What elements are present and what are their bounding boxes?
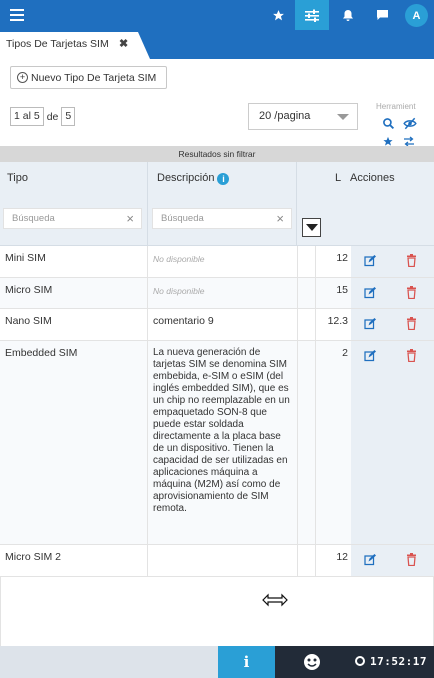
top-bar: A bbox=[0, 0, 434, 30]
cell-l-value: 12 bbox=[336, 252, 348, 264]
cell-l: 2 bbox=[297, 341, 351, 544]
tab-strip: Tipos De Tarjetas SIM ✖ bbox=[0, 30, 434, 59]
bell-icon[interactable] bbox=[331, 0, 365, 30]
cell-descripcion: La nueva generación de tarjetas SIM se d… bbox=[147, 341, 297, 544]
column-header-descripcion[interactable]: Descripción i bbox=[157, 172, 230, 185]
edit-icon[interactable] bbox=[364, 554, 376, 566]
cell-descripcion: No disponible bbox=[147, 278, 297, 308]
table-row[interactable]: Mini SIM No disponible 12 bbox=[0, 246, 434, 278]
column-header-acciones: Acciones bbox=[350, 172, 395, 184]
table-row[interactable]: Embedded SIM La nueva generación de tarj… bbox=[0, 341, 434, 545]
cell-l-value: 12.3 bbox=[327, 315, 348, 327]
clock: 17:52:17 bbox=[355, 655, 427, 668]
resize-cursor-icon bbox=[262, 593, 288, 607]
tab-label: Tipos De Tarjetas SIM bbox=[6, 38, 109, 50]
column-divider bbox=[147, 162, 148, 246]
per-page-value: 20 /pagina bbox=[259, 110, 311, 122]
cell-l: 12 bbox=[297, 545, 351, 576]
clear-icon[interactable]: × bbox=[126, 211, 134, 226]
tools-label: Herramient bbox=[376, 102, 416, 111]
plus-circle-icon: + bbox=[17, 72, 28, 83]
results-bar: Resultados sin filtrar bbox=[0, 146, 434, 162]
close-icon[interactable]: ✖ bbox=[119, 37, 128, 50]
pager-total: 5 bbox=[61, 107, 76, 126]
row-actions bbox=[351, 545, 434, 576]
trash-icon[interactable] bbox=[406, 254, 417, 268]
cell-tipo: Nano SIM bbox=[5, 315, 52, 327]
search-placeholder: Búsqueda bbox=[12, 213, 55, 224]
pager-range: 1 al 5 bbox=[10, 107, 44, 126]
search-icon[interactable] bbox=[382, 117, 395, 133]
search-input-descripcion[interactable]: Búsqueda × bbox=[152, 208, 292, 229]
tools-panel: Herramient bbox=[372, 98, 434, 147]
menu-icon[interactable] bbox=[10, 9, 24, 21]
footer-status: 17:52:17 bbox=[275, 646, 434, 678]
sliders-icon[interactable] bbox=[295, 0, 329, 30]
cell-l-value: 15 bbox=[336, 284, 348, 296]
search-input-tipo[interactable]: Búsqueda × bbox=[3, 208, 142, 229]
cell-descripcion: comentario 9 bbox=[147, 309, 297, 340]
row-actions bbox=[351, 309, 434, 340]
cell-tipo: Micro SIM bbox=[5, 284, 53, 296]
clock-icon bbox=[355, 656, 365, 666]
chat-icon[interactable] bbox=[365, 0, 399, 30]
chevron-down-icon bbox=[337, 114, 349, 120]
cell-l: 15 bbox=[297, 278, 351, 308]
table-row[interactable]: Micro SIM No disponible 15 bbox=[0, 278, 434, 309]
edit-icon[interactable] bbox=[364, 287, 376, 299]
trash-icon[interactable] bbox=[406, 553, 417, 567]
footer-bar: i 17:52:17 bbox=[0, 646, 434, 678]
tab-tipos-tarjetas-sim[interactable]: Tipos De Tarjetas SIM ✖ bbox=[0, 32, 150, 59]
filter-dropdown-button[interactable] bbox=[302, 218, 321, 237]
cell-tipo: Micro SIM 2 bbox=[5, 551, 62, 563]
column-header-tipo[interactable]: Tipo bbox=[7, 172, 28, 184]
edit-icon[interactable] bbox=[364, 318, 376, 330]
edit-icon[interactable] bbox=[364, 350, 376, 362]
row-actions bbox=[351, 246, 434, 277]
cell-descripcion: No disponible bbox=[147, 246, 297, 277]
new-sim-type-button[interactable]: + Nuevo Tipo De Tarjeta SIM bbox=[10, 66, 167, 89]
table-border-left bbox=[0, 577, 1, 646]
info-button[interactable]: i bbox=[218, 646, 275, 678]
cell-tipo: Embedded SIM bbox=[5, 347, 78, 359]
per-page-select[interactable]: 20 /pagina bbox=[248, 103, 358, 130]
avatar[interactable]: A bbox=[405, 4, 428, 27]
cell-tipo: Mini SIM bbox=[5, 252, 46, 264]
pager: 1 al 5 de 5 bbox=[10, 107, 76, 126]
cell-l: 12.3 bbox=[297, 309, 351, 340]
star-icon[interactable] bbox=[261, 0, 295, 30]
smiley-icon[interactable] bbox=[304, 654, 320, 670]
cell-l-value: 2 bbox=[342, 347, 348, 359]
row-actions bbox=[351, 278, 434, 308]
cell-descripcion bbox=[147, 545, 297, 576]
table-row[interactable]: Micro SIM 2 12 bbox=[0, 545, 434, 577]
column-divider bbox=[296, 162, 297, 246]
chevron-down-icon bbox=[306, 224, 318, 231]
clock-time: 17:52:17 bbox=[370, 655, 427, 668]
search-placeholder: Búsqueda bbox=[161, 213, 204, 224]
cell-l: 12 bbox=[297, 246, 351, 277]
clear-icon[interactable]: × bbox=[276, 211, 284, 226]
trash-icon[interactable] bbox=[406, 317, 417, 331]
cell-l-value: 12 bbox=[336, 551, 348, 563]
table-row[interactable]: Nano SIM comentario 9 12.3 bbox=[0, 309, 434, 341]
pager-of-label: de bbox=[46, 110, 59, 123]
table-header: Tipo Descripción i L Acciones bbox=[0, 162, 434, 246]
trash-icon[interactable] bbox=[406, 349, 417, 363]
edit-icon[interactable] bbox=[364, 255, 376, 267]
new-sim-type-label: Nuevo Tipo De Tarjeta SIM bbox=[31, 71, 157, 84]
column-header-l[interactable]: L bbox=[335, 172, 341, 184]
trash-icon[interactable] bbox=[406, 286, 417, 300]
hide-icon[interactable] bbox=[403, 117, 417, 133]
column-header-descripcion-label: Descripción bbox=[157, 172, 215, 184]
row-actions bbox=[351, 341, 434, 544]
info-icon[interactable]: i bbox=[217, 173, 230, 185]
